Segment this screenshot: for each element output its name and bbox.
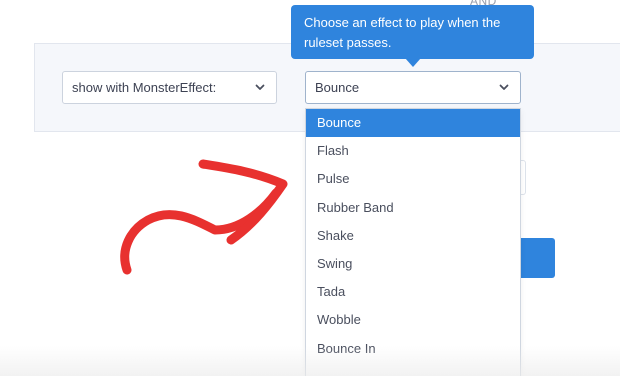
effect-tooltip: Choose an effect to play when the rulese…: [291, 5, 534, 59]
effect-option-swing[interactable]: Swing: [306, 250, 520, 278]
tooltip-pointer: [405, 58, 421, 67]
effect-option-flash[interactable]: Flash: [306, 137, 520, 165]
effect-option-tada[interactable]: Tada: [306, 278, 520, 306]
condition-select[interactable]: show with MonsterEffect:: [62, 71, 277, 104]
effect-dropdown-list: Bounce Flash Pulse Rubber Band Shake Swi…: [305, 108, 521, 376]
effect-select[interactable]: Bounce: [305, 71, 521, 104]
effect-option-pulse[interactable]: Pulse: [306, 165, 520, 193]
effect-option-wobble[interactable]: Wobble: [306, 306, 520, 334]
condition-select-value: show with MonsterEffect:: [72, 80, 217, 95]
effect-select-value: Bounce: [315, 80, 360, 95]
effect-option-bounce[interactable]: Bounce: [306, 109, 520, 138]
effect-option-bounce-in[interactable]: Bounce In: [306, 335, 520, 363]
chevron-down-icon: [255, 72, 265, 116]
effect-option-rubber-band[interactable]: Rubber Band: [306, 194, 520, 222]
effect-option-shake[interactable]: Shake: [306, 222, 520, 250]
